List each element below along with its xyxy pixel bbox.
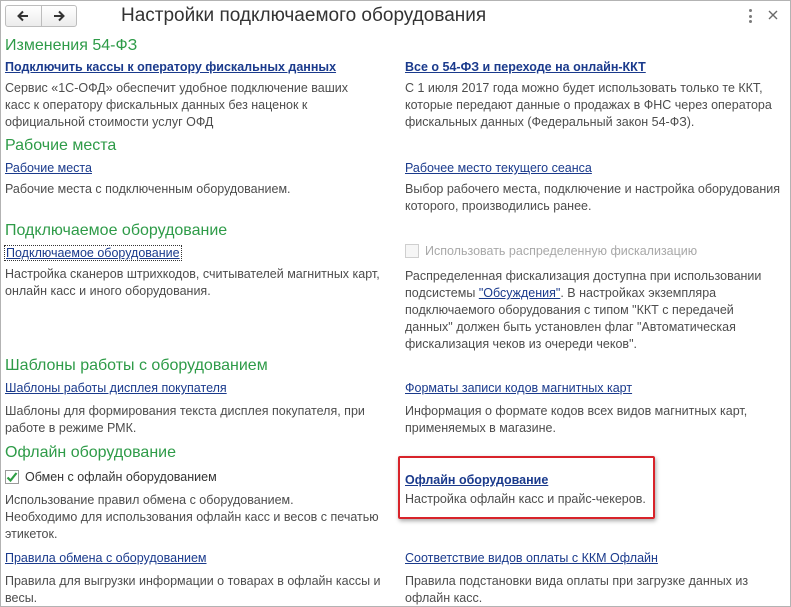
distributed-fiscalization-checkbox[interactable]: [405, 244, 419, 258]
connect-kkt-to-ofd-link[interactable]: Подключить кассы к оператору фискальных …: [5, 60, 336, 74]
connected-equipment-link[interactable]: Подключаемое оборудование: [4, 245, 182, 261]
back-button[interactable]: [6, 6, 41, 26]
current-session-workplace-link[interactable]: Рабочее место текущего сеанса: [405, 161, 592, 175]
title-bar: Настройки подключаемого оборудования: [1, 1, 790, 33]
close-button[interactable]: [764, 6, 782, 24]
payment-types-mapping-link[interactable]: Соответствие видов оплаты с ККМ Офлайн: [405, 551, 658, 565]
section-title-offline: Офлайн оборудование: [5, 444, 176, 461]
about-54fz-description: С 1 июля 2017 года можно будет использов…: [405, 81, 772, 129]
customer-display-templates-description: Шаблоны для формирования текста дисплея …: [5, 404, 365, 435]
customer-display-templates-link[interactable]: Шаблоны работы дисплея покупателя: [5, 381, 227, 395]
distributed-fiscalization-label: Использовать распределенную фискализацию: [425, 244, 698, 258]
offline-equipment-link[interactable]: Офлайн оборудование: [405, 473, 548, 487]
offline-equipment-description: Настройка офлайн касс и прайс-чекеров.: [405, 492, 646, 506]
forward-button[interactable]: [40, 6, 77, 26]
section-title-workplaces: Рабочие места: [5, 137, 117, 154]
connected-equipment-link-label: Подключаемое оборудование: [4, 245, 182, 261]
checkmark-icon: [6, 472, 18, 483]
section-title-equipment: Подключаемое оборудование: [5, 222, 228, 239]
settings-window: Настройки подключаемого оборудования Изм…: [0, 0, 791, 607]
exchange-rules-description: Правила для выгрузки информации о товара…: [5, 574, 381, 605]
window-title: Настройки подключаемого оборудования: [121, 5, 487, 26]
arrow-right-icon: [53, 10, 65, 22]
magnetic-card-formats-description: Информация о формате кодов всех видов ма…: [405, 404, 748, 435]
navigation-buttons: [5, 5, 77, 27]
connect-kkt-description: Сервис «1С-ОФД» обеспечит удобное подклю…: [5, 81, 348, 129]
workplaces-link[interactable]: Рабочие места: [5, 161, 92, 175]
more-vertical-icon[interactable]: [743, 7, 757, 25]
offline-exchange-label: Обмен с офлайн оборудованием: [25, 470, 217, 484]
magnetic-card-formats-link[interactable]: Форматы записи кодов магнитных карт: [405, 381, 632, 395]
payment-types-mapping-description: Правила подстановки вида оплаты при загр…: [405, 574, 749, 605]
offline-exchange-checkbox[interactable]: [5, 470, 19, 484]
exchange-rules-link[interactable]: Правила обмена с оборудованием: [5, 551, 207, 565]
offline-exchange-description: Использование правил обмена с оборудован…: [5, 493, 379, 541]
offline-exchange-checkbox-row[interactable]: Обмен с офлайн оборудованием: [5, 470, 217, 484]
current-session-workplace-description: Выбор рабочего места, подключение и наст…: [405, 182, 780, 213]
distributed-fiscalization-checkbox-row[interactable]: Использовать распределенную фискализацию: [405, 244, 697, 258]
section-title-54fz: Изменения 54-ФЗ: [5, 37, 138, 54]
discussions-subsystem-link[interactable]: "Обсуждения": [479, 286, 561, 300]
distributed-fiscalization-description: Распределенная фискализация доступна при…: [405, 269, 762, 351]
workplaces-description: Рабочие места с подключенным оборудовани…: [5, 182, 291, 196]
highlight-frame: [398, 456, 655, 519]
close-icon: [768, 10, 778, 20]
section-title-templates: Шаблоны работы с оборудованием: [5, 357, 268, 374]
connected-equipment-description: Настройка сканеров штрихкодов, считывате…: [5, 267, 380, 298]
about-54fz-link[interactable]: Все о 54-ФЗ и переходе на онлайн-ККТ: [405, 60, 646, 74]
arrow-left-icon: [17, 10, 29, 22]
